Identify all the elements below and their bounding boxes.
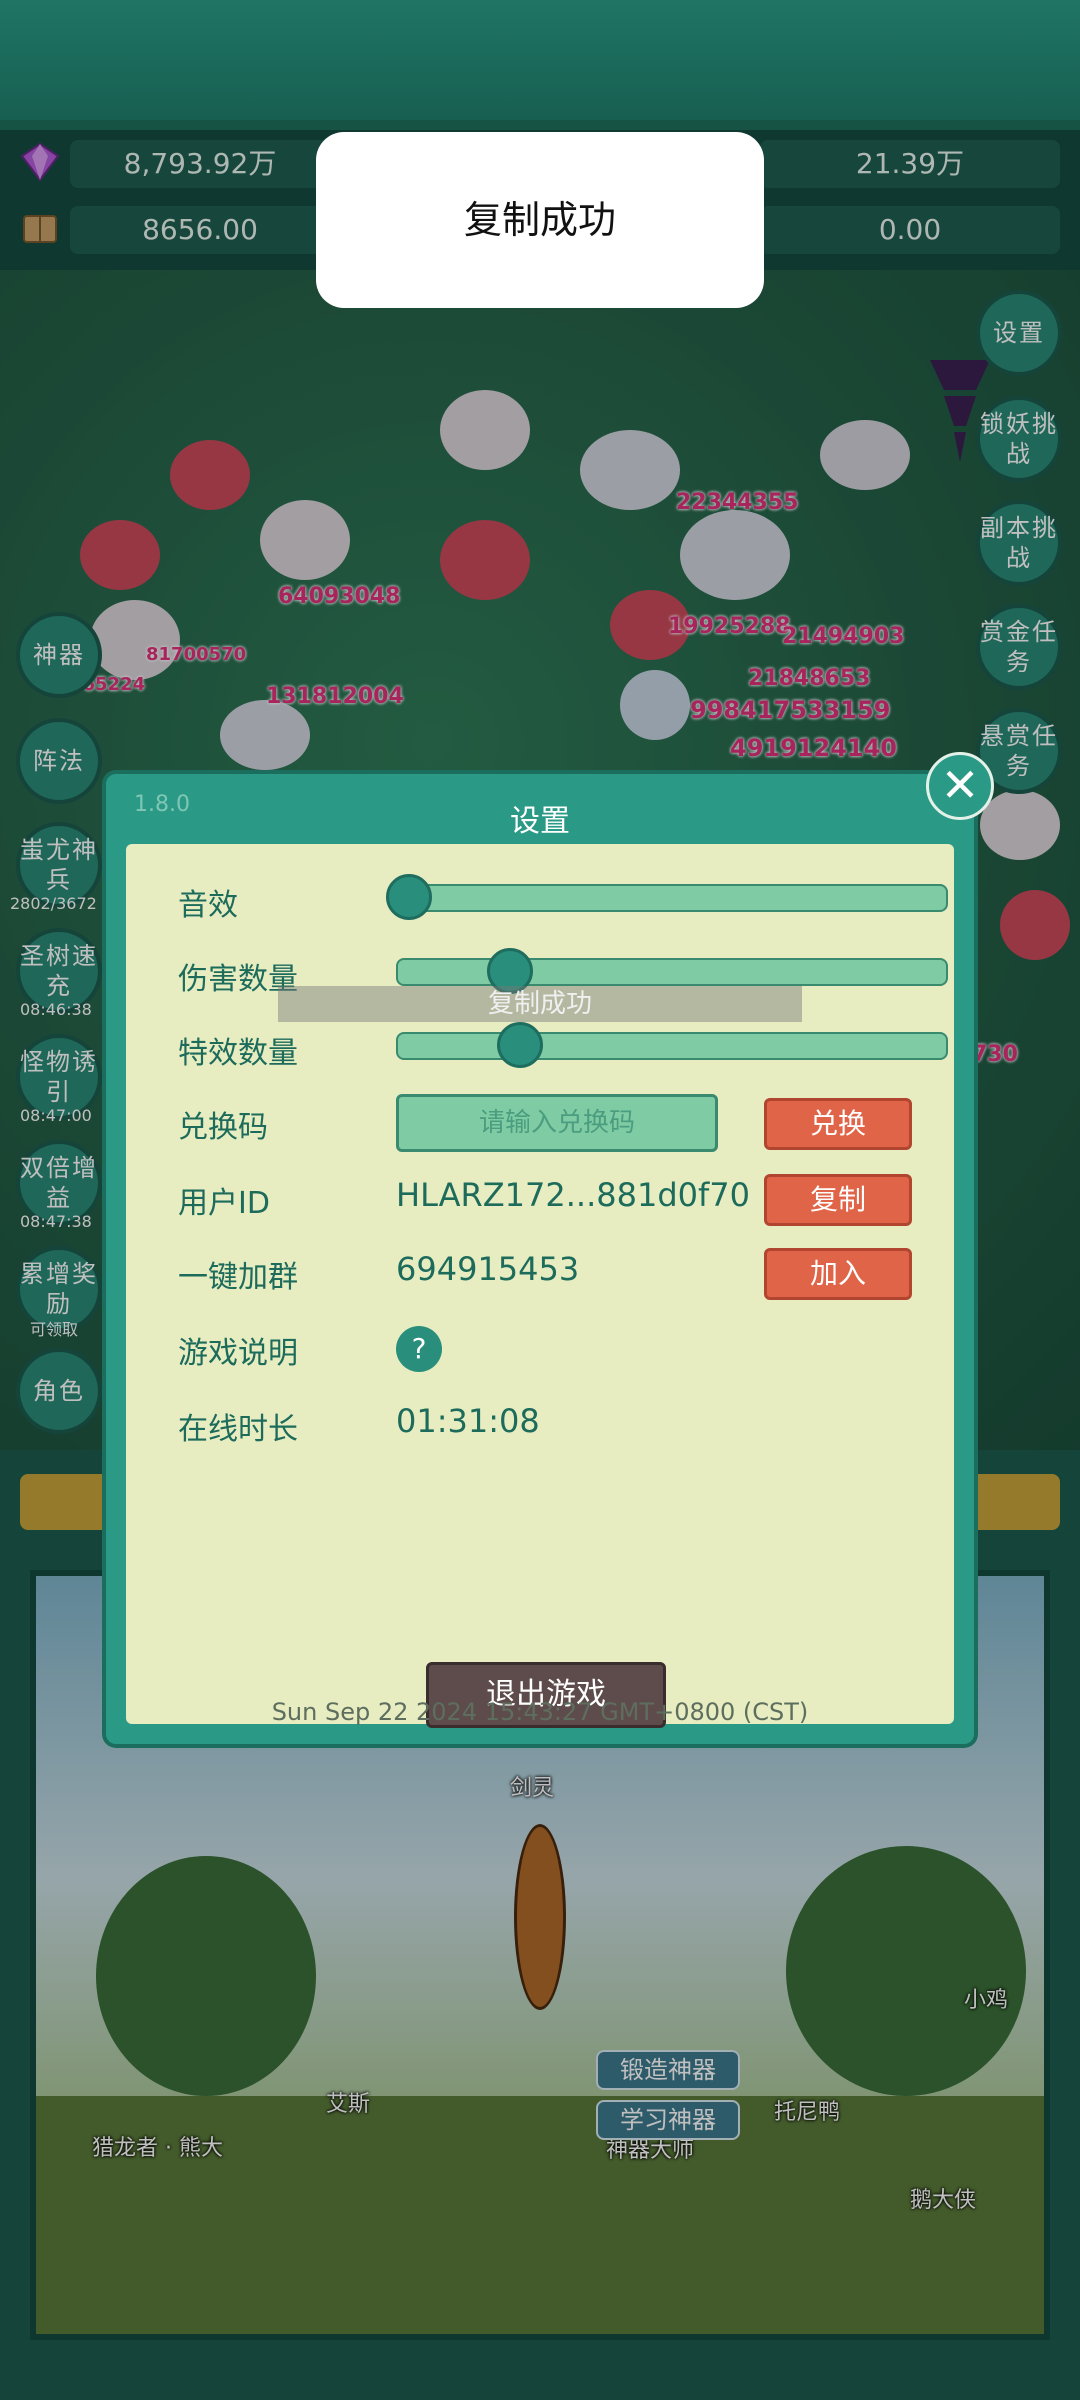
redeem-code-input[interactable]: 请输入兑换码	[396, 1094, 718, 1152]
timestamp: Sun Sep 22 2024 15:43:27 GMT+0800 (CST)	[271, 1698, 809, 1726]
effect-count-slider-knob[interactable]	[497, 1022, 544, 1068]
user-id-label: 用户ID	[178, 1186, 270, 1221]
settings-dialog: 1.8.0 设置 音效 伤害数量 特效数量 兑换码 请输入兑换码 兑换 用户ID…	[106, 774, 974, 1744]
game-guide-label: 游戏说明	[178, 1336, 298, 1371]
redeem-code-label: 兑换码	[178, 1110, 268, 1145]
redeem-button[interactable]: 兑换	[764, 1098, 912, 1150]
sound-slider[interactable]	[386, 874, 948, 920]
close-icon[interactable]: ✕	[926, 752, 994, 820]
sound-label: 音效	[178, 888, 238, 923]
user-id-value: HLARZ172...881d0f70	[396, 1176, 750, 1214]
damage-count-slider[interactable]	[396, 948, 948, 994]
copy-success-inline-toast: 复制成功	[278, 986, 802, 1022]
effect-count-label: 特效数量	[178, 1036, 298, 1071]
copy-success-toast: 复制成功	[316, 132, 764, 308]
online-time-value: 01:31:08	[396, 1402, 540, 1440]
join-group-label: 一键加群	[178, 1260, 298, 1295]
group-number-value: 694915453	[396, 1250, 580, 1288]
settings-panel: 音效 伤害数量 特效数量 兑换码 请输入兑换码 兑换 用户ID HLARZ172…	[126, 844, 954, 1728]
sound-slider-knob[interactable]	[386, 874, 432, 920]
join-button[interactable]: 加入	[764, 1248, 912, 1300]
dialog-title: 设置	[510, 804, 570, 839]
copy-button[interactable]: 复制	[764, 1174, 912, 1226]
online-time-label: 在线时长	[178, 1412, 298, 1447]
effect-count-slider[interactable]	[396, 1022, 948, 1068]
help-icon[interactable]: ?	[396, 1326, 442, 1372]
